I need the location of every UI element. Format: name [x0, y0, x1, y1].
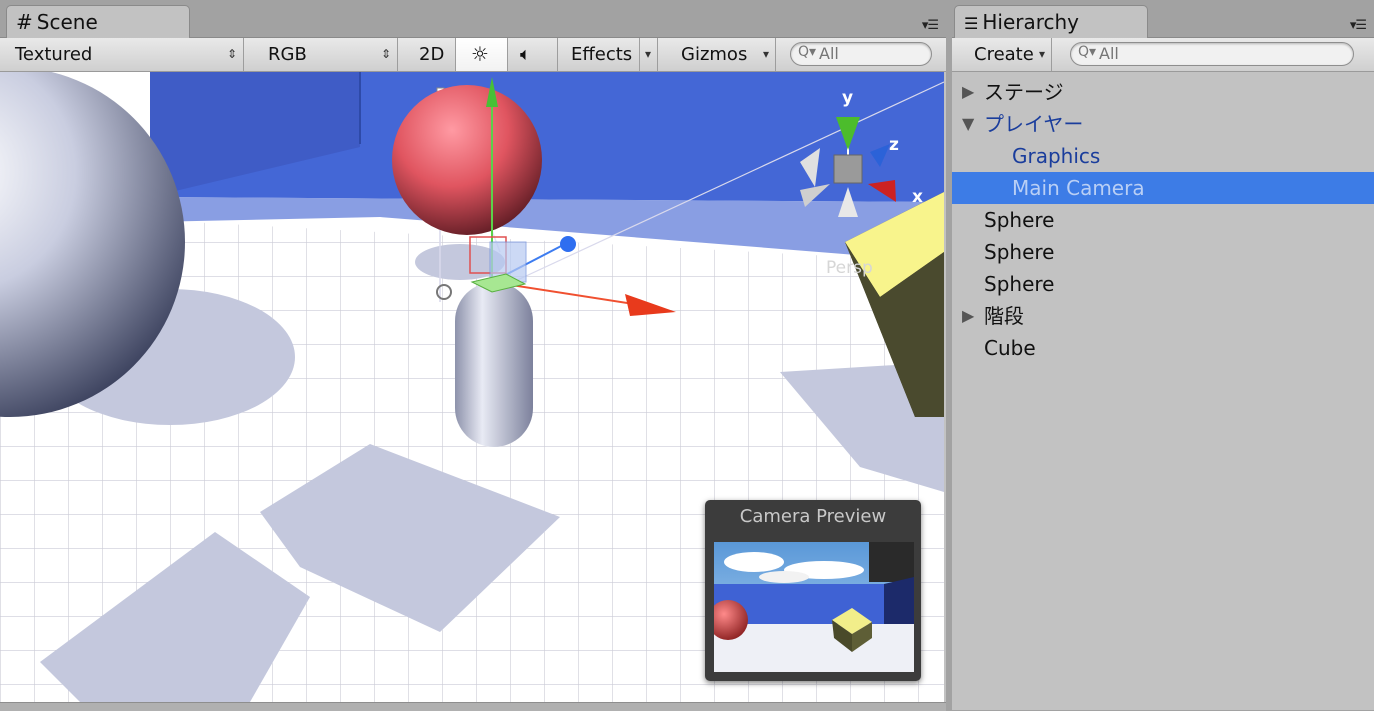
audio-toggle[interactable]: 🔈︎: [508, 38, 558, 71]
dropdown-arrow-icon: ▾: [762, 47, 769, 61]
tab-hierarchy[interactable]: ☰ Hierarchy: [954, 5, 1148, 38]
2d-toggle-label: 2D: [419, 44, 445, 65]
tab-scene[interactable]: # Scene: [6, 5, 190, 38]
hierarchy-item[interactable]: ▶ ステージ: [952, 76, 1374, 108]
2d-toggle[interactable]: 2D: [410, 38, 456, 71]
hierarchy-item-label: Main Camera: [1012, 176, 1145, 200]
hierarchy-item[interactable]: Sphere: [952, 204, 1374, 236]
view-projection-label[interactable]: Persp: [826, 258, 873, 278]
updown-arrows-icon: ⇕: [226, 47, 237, 61]
speaker-icon: 🔈︎: [520, 44, 531, 65]
hierarchy-item-label: 階段: [984, 304, 1024, 328]
hierarchy-item[interactable]: Main Camera: [952, 172, 1374, 204]
tab-scene-label: Scene: [36, 10, 98, 34]
hierarchy-search-input[interactable]: [1099, 44, 1297, 63]
axis-label-x: x: [912, 187, 923, 207]
scene-search-input[interactable]: [819, 44, 917, 63]
collapsed-triangle-icon[interactable]: ▶: [962, 76, 974, 108]
hierarchy-item-label: Graphics: [1012, 144, 1101, 168]
effects-label: Effects: [571, 44, 633, 65]
hierarchy-item-label: Sphere: [984, 240, 1055, 264]
sun-icon: ☼: [471, 42, 489, 66]
expanded-triangle-icon[interactable]: ▼: [962, 108, 974, 140]
lighting-toggle[interactable]: ☼: [456, 38, 508, 71]
hierarchy-item[interactable]: Sphere: [952, 268, 1374, 300]
tab-hierarchy-label: Hierarchy: [982, 10, 1080, 34]
panel-menu-icon[interactable]: ▾☰: [922, 18, 939, 33]
create-dropdown[interactable]: Create ▾: [962, 38, 1052, 71]
search-icon: Q▾: [1078, 44, 1097, 60]
camera-preview-title: Camera Preview: [739, 506, 887, 527]
hierarchy-search-field[interactable]: Q▾: [1070, 42, 1354, 66]
search-icon: Q▾: [798, 44, 817, 60]
create-label: Create: [974, 44, 1034, 65]
hierarchy-item[interactable]: ▼ プレイヤー: [952, 108, 1374, 140]
effects-dropdown[interactable]: Effects ▾: [562, 38, 658, 71]
hierarchy-item[interactable]: Graphics: [952, 140, 1374, 172]
dropdown-arrow-icon: ▾: [638, 38, 651, 71]
scene-search-field[interactable]: Q▾: [790, 42, 932, 66]
render-mode-label: Textured: [15, 44, 93, 65]
grid-icon: #: [16, 10, 33, 34]
hierarchy-item[interactable]: Cube: [952, 332, 1374, 364]
panel-menu-icon[interactable]: ▾☰: [1350, 18, 1367, 33]
collapsed-triangle-icon[interactable]: ▶: [962, 300, 974, 332]
camera-preview: Camera Preview: [705, 500, 921, 681]
axis-label-z: z: [889, 135, 899, 155]
scene-toolbar: Textured ⇕ RGB ⇕ 2D ☼ 🔈︎ Effects ▾ Gizmo…: [0, 38, 946, 72]
gizmos-dropdown[interactable]: Gizmos ▾: [672, 38, 776, 71]
hierarchy-item-label: ステージ: [984, 80, 1064, 104]
color-mode-dropdown[interactable]: RGB ⇕: [258, 38, 398, 71]
scene-tabbar: # Scene ▾☰: [0, 0, 946, 38]
hierarchy-item-label: Sphere: [984, 208, 1055, 232]
axis-label-y: y: [842, 88, 854, 108]
gizmos-label: Gizmos: [681, 44, 748, 65]
list-icon: ☰: [964, 14, 979, 33]
camera-preview-image: [714, 542, 914, 672]
dropdown-arrow-icon: ▾: [1038, 47, 1045, 61]
render-mode-dropdown[interactable]: Textured ⇕: [6, 38, 244, 71]
hierarchy-item-label: Sphere: [984, 272, 1055, 296]
hierarchy-tabbar: ☰ Hierarchy ▾☰: [952, 0, 1374, 38]
color-mode-label: RGB: [268, 44, 307, 65]
updown-arrows-icon: ⇕: [380, 47, 391, 61]
hierarchy-item[interactable]: ▶ 階段: [952, 300, 1374, 332]
hierarchy-item-label: プレイヤー: [984, 112, 1084, 136]
hierarchy-panel: ☰Hierarchy ▾☰ Create ▾ Q▾ ▶ステージ▼プレイヤーGra…: [952, 0, 1374, 710]
hierarchy-item-label: Cube: [984, 336, 1036, 360]
scene-panel: # Scene ▾☰ Textured ⇕ RGB ⇕ 2D ☼ 🔈︎ Effec…: [0, 0, 946, 711]
hierarchy-item[interactable]: Sphere: [952, 236, 1374, 268]
hierarchy-toolbar: Create ▾ Q▾: [952, 38, 1374, 72]
